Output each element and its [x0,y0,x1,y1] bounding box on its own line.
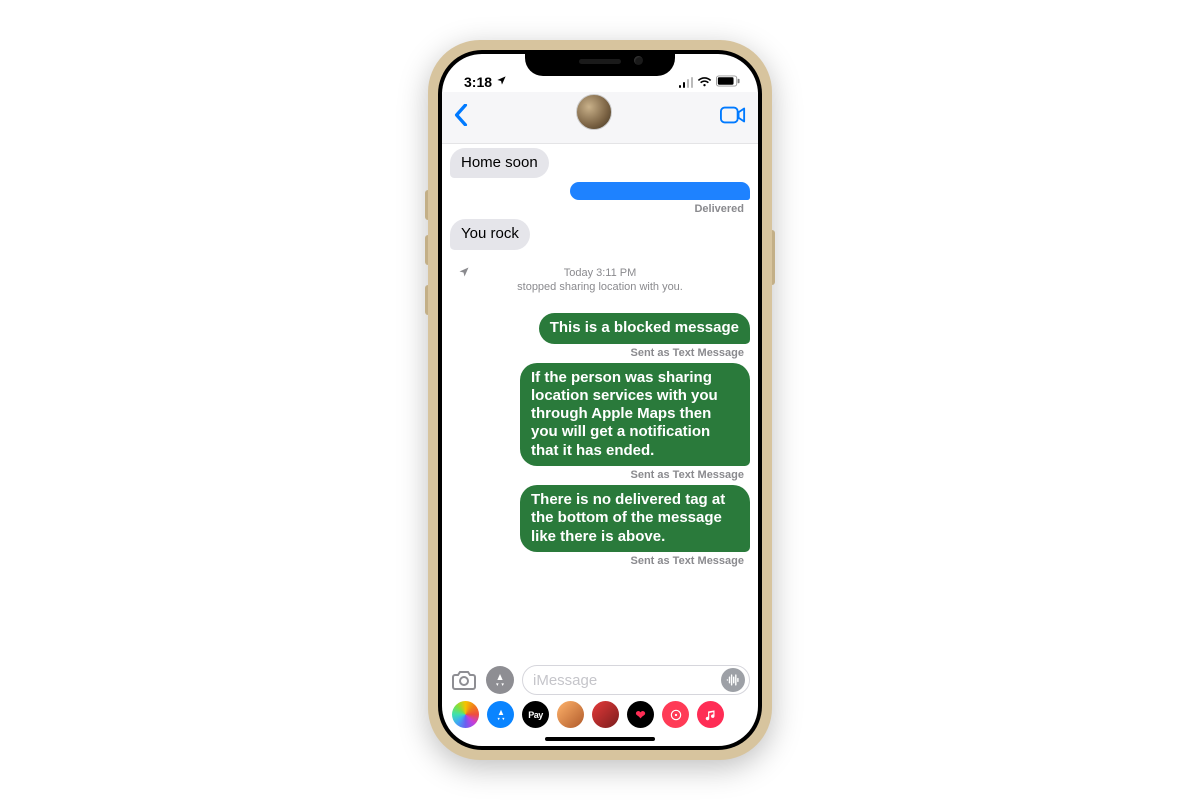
apple-pay-app-icon[interactable]: Pay [522,701,549,728]
system-time: Today 3:11 PM [480,266,720,281]
message-incoming[interactable]: Home soon [450,148,750,178]
conversation-header [442,92,758,144]
digital-touch-app-icon[interactable]: ❤ [627,701,654,728]
cell-signal-icon [679,77,694,88]
input-placeholder: iMessage [533,672,597,689]
stickers-app-icon[interactable] [592,701,619,728]
find-my-app-icon[interactable] [662,701,689,728]
system-notice: Today 3:11 PM stopped sharing location w… [450,262,750,300]
imessage-app-drawer[interactable]: Pay ❤ [442,697,758,734]
status-time: 3:18 [464,74,492,90]
screen: 3:18 [442,54,758,746]
message-outgoing-sms[interactable]: This is a blocked message [450,313,750,343]
message-outgoing[interactable] [450,182,750,200]
message-bubble: This is a blocked message [539,313,750,343]
phone-bezel: 3:18 [438,50,762,750]
app-store-button[interactable] [486,666,514,694]
message-input[interactable]: iMessage [522,665,750,695]
delivery-status: Delivered [450,203,750,215]
sms-status: Sent as Text Message [450,555,750,567]
music-app-icon[interactable] [697,701,724,728]
battery-icon [716,74,740,90]
sms-status: Sent as Text Message [450,469,750,481]
wifi-icon [697,74,712,90]
camera-button[interactable] [450,666,478,694]
message-bubble: There is no delivered tag at the bottom … [520,485,750,552]
message-bubble: Home soon [450,148,549,178]
compose-bar: iMessage [442,659,758,697]
notch [525,50,675,76]
sms-status: Sent as Text Message [450,347,750,359]
home-indicator[interactable] [545,737,655,741]
message-incoming[interactable]: You rock [450,219,750,249]
contact-avatar[interactable] [576,94,612,130]
memoji-app-icon[interactable] [557,701,584,728]
voice-dictation-button[interactable] [721,668,745,692]
appstore-app-icon[interactable] [487,701,514,728]
back-button[interactable] [454,104,468,131]
message-list[interactable]: Home soon Delivered You rock Today 3:11 … [442,144,758,659]
photos-app-icon[interactable] [452,701,479,728]
message-bubble [570,182,750,200]
location-arrow-icon [496,75,507,89]
facetime-button[interactable] [720,106,746,129]
message-bubble: You rock [450,219,530,249]
message-bubble: If the person was sharing location servi… [520,363,750,466]
message-outgoing-sms[interactable]: If the person was sharing location servi… [450,363,750,466]
phone-frame: 3:18 [428,40,772,760]
message-outgoing-sms[interactable]: There is no delivered tag at the bottom … [450,485,750,552]
system-body: stopped sharing location with you. [480,280,720,295]
location-icon [458,266,470,283]
